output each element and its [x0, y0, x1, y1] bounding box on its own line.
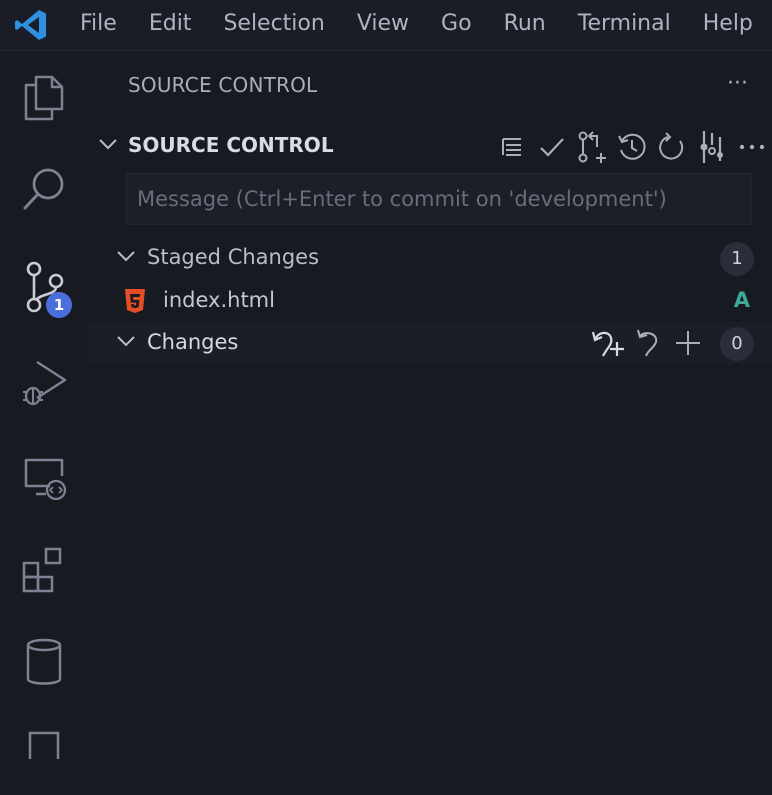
- stage-all-icon: [676, 331, 700, 355]
- html5-icon: [125, 289, 145, 313]
- source-control-section-header[interactable]: SOURCE CONTROL: [88, 125, 772, 167]
- open-changes-icon: [591, 331, 624, 357]
- file-status-added: A: [733, 288, 750, 312]
- refresh-icon: [659, 132, 684, 160]
- section-title: SOURCE CONTROL: [128, 133, 334, 157]
- changes-count-badge: 0: [720, 327, 754, 361]
- activity-bar: 1: [0, 51, 88, 759]
- panel-more-button[interactable]: ···: [727, 71, 748, 96]
- commit-message-input[interactable]: [126, 173, 752, 225]
- activity-remote-explorer[interactable]: [0, 433, 88, 525]
- activity-source-control[interactable]: 1: [0, 241, 88, 333]
- files-icon: [24, 75, 64, 121]
- pull-request-icon: [578, 131, 606, 163]
- search-icon: [23, 168, 64, 210]
- open-changes-button[interactable]: [588, 324, 628, 362]
- activity-explorer[interactable]: [0, 51, 88, 143]
- staged-count-badge: 1: [720, 242, 754, 276]
- source-control-panel: SOURCE CONTROL ··· SOURCE CONTROL Messag…: [88, 51, 772, 741]
- vscode-logo-icon: [0, 0, 62, 50]
- menu-go[interactable]: Go: [425, 0, 488, 50]
- history-button[interactable]: [612, 129, 652, 165]
- menu-terminal[interactable]: Terminal: [562, 0, 687, 50]
- graph-icon: [700, 131, 723, 163]
- graph-button[interactable]: [692, 129, 732, 165]
- staged-file-name: index.html: [163, 288, 275, 312]
- extensions-icon: [22, 547, 62, 593]
- chevron-down-icon: [117, 251, 135, 262]
- activity-more[interactable]: [0, 703, 88, 795]
- more-icon: [739, 144, 765, 150]
- pull-request-button[interactable]: [572, 129, 612, 165]
- activity-extensions[interactable]: [0, 523, 88, 615]
- run-debug-icon: [23, 360, 67, 406]
- activity-search[interactable]: [0, 143, 88, 235]
- panel-icon: [28, 731, 60, 759]
- menu-file[interactable]: File: [62, 0, 133, 50]
- chevron-down-icon: [117, 336, 135, 347]
- menu-help[interactable]: Help: [687, 0, 769, 50]
- database-icon: [26, 638, 62, 685]
- discard-all-button[interactable]: [628, 324, 668, 362]
- activity-database[interactable]: [0, 616, 88, 708]
- view-as-tree-button[interactable]: [492, 129, 532, 165]
- stage-all-button[interactable]: [668, 324, 708, 362]
- menu-edit[interactable]: Edit: [133, 0, 208, 50]
- staged-changes-label: Staged Changes: [147, 245, 320, 269]
- remote-explorer-icon: [24, 458, 67, 501]
- commit-check-icon: [540, 138, 564, 157]
- section-more-button[interactable]: [732, 129, 772, 165]
- view-as-tree-icon: [502, 138, 521, 156]
- discard-icon: [637, 329, 658, 357]
- chevron-down-icon: [99, 139, 117, 150]
- source-control-badge: 1: [46, 292, 72, 318]
- history-icon: [618, 133, 646, 160]
- commit-button[interactable]: [532, 129, 572, 165]
- menu-view[interactable]: View: [341, 0, 425, 50]
- refresh-button[interactable]: [652, 129, 692, 165]
- staged-file-row[interactable]: index.html A: [88, 281, 772, 321]
- changes-label: Changes: [147, 330, 239, 354]
- changes-group[interactable]: Changes 0: [88, 322, 772, 364]
- section-actions: [492, 129, 772, 165]
- changes-actions: [588, 324, 708, 362]
- menu-run[interactable]: Run: [488, 0, 562, 50]
- activity-run-debug[interactable]: [0, 337, 88, 429]
- panel-title: SOURCE CONTROL: [128, 73, 318, 97]
- menu-bar: File Edit Selection View Go Run Terminal…: [0, 0, 772, 51]
- staged-changes-group[interactable]: Staged Changes 1: [88, 237, 772, 279]
- menu-selection[interactable]: Selection: [207, 0, 340, 50]
